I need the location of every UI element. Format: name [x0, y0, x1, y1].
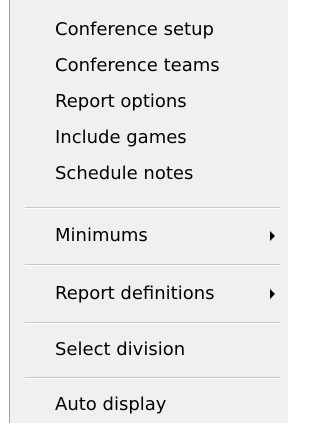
menu-item-label: Conference teams [55, 55, 220, 76]
menu-item-minimums[interactable]: Minimums [55, 221, 288, 251]
menu-item-label: Select division [55, 339, 186, 360]
menu-item-label: Report options [55, 91, 187, 112]
menu-item-report-options[interactable]: Report options [55, 87, 288, 117]
menu-item-schedule-notes[interactable]: Schedule notes [55, 159, 288, 189]
menu-item-label: Schedule notes [55, 163, 194, 184]
menu-separator [25, 207, 280, 209]
menu-item-label: Conference setup [55, 19, 214, 40]
menu-item-label: Minimums [55, 225, 148, 246]
menu-item-label: Include games [55, 127, 187, 148]
menu-separator [25, 322, 280, 324]
menu-item-auto-display[interactable]: Auto display [55, 390, 288, 420]
menu-item-conference-teams[interactable]: Conference teams [55, 51, 288, 81]
menu-item-conference-setup[interactable]: Conference setup [55, 15, 288, 45]
menu-item-select-division[interactable]: Select division [55, 335, 288, 365]
menu-item-label: Auto display [55, 394, 167, 415]
chevron-right-icon [270, 289, 275, 299]
chevron-right-icon [270, 231, 275, 241]
menu-item-include-games[interactable]: Include games [55, 123, 288, 153]
menu-separator [25, 377, 280, 379]
context-menu: Conference setup Conference teams Report… [9, 0, 288, 423]
menu-separator [25, 264, 280, 266]
menu-item-label: Report definitions [55, 283, 215, 304]
menu-item-report-definitions[interactable]: Report definitions [55, 279, 288, 309]
